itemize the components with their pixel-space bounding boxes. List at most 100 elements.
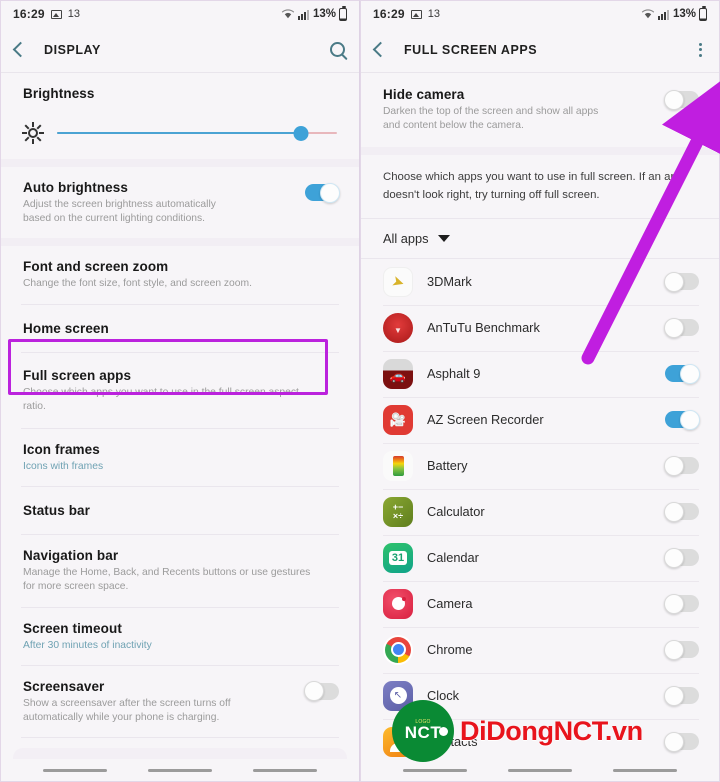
cellular-signal-icon xyxy=(297,10,309,20)
app-list-item[interactable]: AnTuTu Benchmark xyxy=(361,304,719,351)
search-icon[interactable] xyxy=(330,42,345,57)
setting-title: Brightness xyxy=(23,86,95,101)
app-list-item[interactable]: Contacts xyxy=(361,718,719,765)
calculator-icon xyxy=(383,496,413,527)
app-list-item[interactable]: Camera xyxy=(361,580,719,627)
brightness-section: Brightness xyxy=(1,73,359,159)
gesture-bar-back[interactable] xyxy=(252,768,317,772)
setting-title: Status bar xyxy=(23,503,91,519)
left-scroll-body[interactable]: Brightness Auto brightness Adjust the sc… xyxy=(1,73,359,781)
app-fullscreen-toggle[interactable] xyxy=(664,731,699,752)
setting-title: Navigation bar xyxy=(23,548,119,564)
setting-subtitle: Adjust the screen brightness automatical… xyxy=(23,199,216,225)
app-list-item[interactable]: AZ Screen Recorder xyxy=(361,396,719,443)
setting-title: Icon frames xyxy=(23,442,100,458)
app-list-item[interactable]: Calendar xyxy=(361,534,719,581)
status-notif-count: 13 xyxy=(67,8,80,20)
app-fullscreen-toggle[interactable] xyxy=(664,547,699,568)
app-list-item[interactable]: Clock xyxy=(361,672,719,719)
3dmark-icon xyxy=(383,266,413,297)
app-name: AZ Screen Recorder xyxy=(427,412,544,428)
battery-percent: 13% xyxy=(672,8,696,20)
status-time: 16:29 xyxy=(373,7,405,21)
app-name: Calculator xyxy=(427,504,485,520)
setting-subtitle: Darken the top of the screen and show al… xyxy=(383,106,599,132)
setting-subtitle: Icons with frames xyxy=(23,461,104,473)
brightness-slider-row[interactable] xyxy=(1,113,359,159)
brightness-slider[interactable] xyxy=(57,125,337,141)
setting-subtitle: Show a screensaver after the screen turn… xyxy=(23,697,231,724)
app-fullscreen-toggle[interactable] xyxy=(664,317,699,338)
status-left-group: 16:29 13 xyxy=(373,7,440,21)
right-phone-screen: 16:29 13 13% FULL SCREEN APPS Hide camer… xyxy=(360,0,720,782)
gesture-bar-recents[interactable] xyxy=(43,768,108,772)
auto-brightness-toggle[interactable] xyxy=(305,182,340,203)
setting-row-home-screen[interactable]: Home screen xyxy=(1,304,359,352)
wifi-icon xyxy=(641,9,655,19)
section-gap xyxy=(1,159,359,167)
setting-row-hide-camera[interactable]: Hide camera Darken the top of the screen… xyxy=(361,73,719,148)
asphalt9-icon xyxy=(383,358,413,389)
picture-icon xyxy=(410,9,422,19)
setting-row-screensaver[interactable]: Screensaver Show a screensaver after the… xyxy=(1,665,359,738)
app-fullscreen-toggle[interactable] xyxy=(665,409,700,430)
battery-app-icon xyxy=(383,450,413,481)
app-list[interactable]: 3DMark AnTuTu Benchmark Asphalt 9 AZ Screen… xyxy=(361,258,719,781)
app-list-item[interactable]: Chrome xyxy=(361,626,719,673)
app-fullscreen-toggle[interactable] xyxy=(664,271,699,292)
setting-row-font-and-screen-zoom[interactable]: Font and screen zoom Change the font siz… xyxy=(1,246,359,304)
setting-title: Hide camera xyxy=(383,87,465,102)
camera-icon xyxy=(383,588,413,619)
picture-icon xyxy=(50,9,62,19)
app-list-item[interactable]: Battery xyxy=(361,442,719,489)
setting-row-full-screen-apps[interactable]: Full screen apps Choose which apps you w… xyxy=(1,352,359,429)
right-scroll-body[interactable]: Hide camera Darken the top of the screen… xyxy=(361,73,719,781)
gesture-bar-home[interactable] xyxy=(147,768,212,772)
setting-row-screen-timeout[interactable]: Screen timeout After 30 minutes of inact… xyxy=(1,607,359,665)
right-status-bar: 16:29 13 13% xyxy=(361,1,719,27)
right-gesture-nav-bar[interactable] xyxy=(361,759,719,781)
cellular-signal-icon xyxy=(657,10,669,20)
app-fullscreen-toggle[interactable] xyxy=(664,593,699,614)
full-screen-description: Choose which apps you want to use in ful… xyxy=(361,155,719,218)
app-fullscreen-toggle[interactable] xyxy=(664,501,699,522)
left-gesture-nav-bar[interactable] xyxy=(1,759,359,781)
setting-row-brightness[interactable]: Brightness xyxy=(1,73,359,113)
battery-percent: 13% xyxy=(312,8,336,20)
gesture-bar-back[interactable] xyxy=(612,768,677,772)
setting-row-navigation-bar[interactable]: Navigation bar Manage the Home, Back, an… xyxy=(1,535,359,607)
left-phone-screen: 16:29 13 13% DISPLAY Brightness Auto bri… xyxy=(0,0,360,782)
app-fullscreen-toggle[interactable] xyxy=(664,685,699,706)
app-fullscreen-toggle[interactable] xyxy=(664,639,699,660)
back-chevron-icon[interactable] xyxy=(12,41,29,58)
app-list-item[interactable]: Calculator xyxy=(361,488,719,535)
setting-title: Full screen apps xyxy=(23,367,132,383)
setting-subtitle: Change the font size, font style, and sc… xyxy=(23,278,252,290)
more-options-icon[interactable] xyxy=(696,40,705,60)
setting-title: Screen timeout xyxy=(23,620,122,636)
all-apps-filter-dropdown[interactable]: All apps xyxy=(361,218,719,258)
screensaver-toggle[interactable] xyxy=(304,681,339,702)
screenshot-stage: 16:29 13 13% DISPLAY Brightness Auto bri… xyxy=(0,0,720,782)
page-title: DISPLAY xyxy=(44,42,101,57)
setting-row-auto-brightness[interactable]: Auto brightness Adjust the screen bright… xyxy=(1,167,359,239)
app-fullscreen-toggle[interactable] xyxy=(664,455,699,476)
setting-title: Home screen xyxy=(23,320,109,336)
app-list-item[interactable]: 3DMark xyxy=(361,259,719,305)
back-chevron-icon[interactable] xyxy=(372,41,389,58)
app-name: Contacts xyxy=(427,734,478,750)
status-right-group: 13% xyxy=(641,5,707,21)
app-name: Calendar xyxy=(427,550,479,566)
app-name: Battery xyxy=(427,458,468,474)
setting-row-status-bar[interactable]: Status bar xyxy=(1,487,359,535)
setting-text-block: Hide camera Darken the top of the screen… xyxy=(383,87,665,133)
gesture-bar-recents[interactable] xyxy=(403,768,468,772)
app-name: Chrome xyxy=(427,642,473,658)
gesture-bar-home[interactable] xyxy=(507,768,572,772)
brightness-sun-icon xyxy=(22,122,44,144)
app-list-item[interactable]: Asphalt 9 xyxy=(361,350,719,397)
app-fullscreen-toggle[interactable] xyxy=(665,363,700,384)
hide-camera-toggle[interactable] xyxy=(664,89,699,110)
left-action-bar: DISPLAY xyxy=(1,27,359,73)
setting-row-icon-frames[interactable]: Icon frames Icons with frames xyxy=(1,429,359,487)
